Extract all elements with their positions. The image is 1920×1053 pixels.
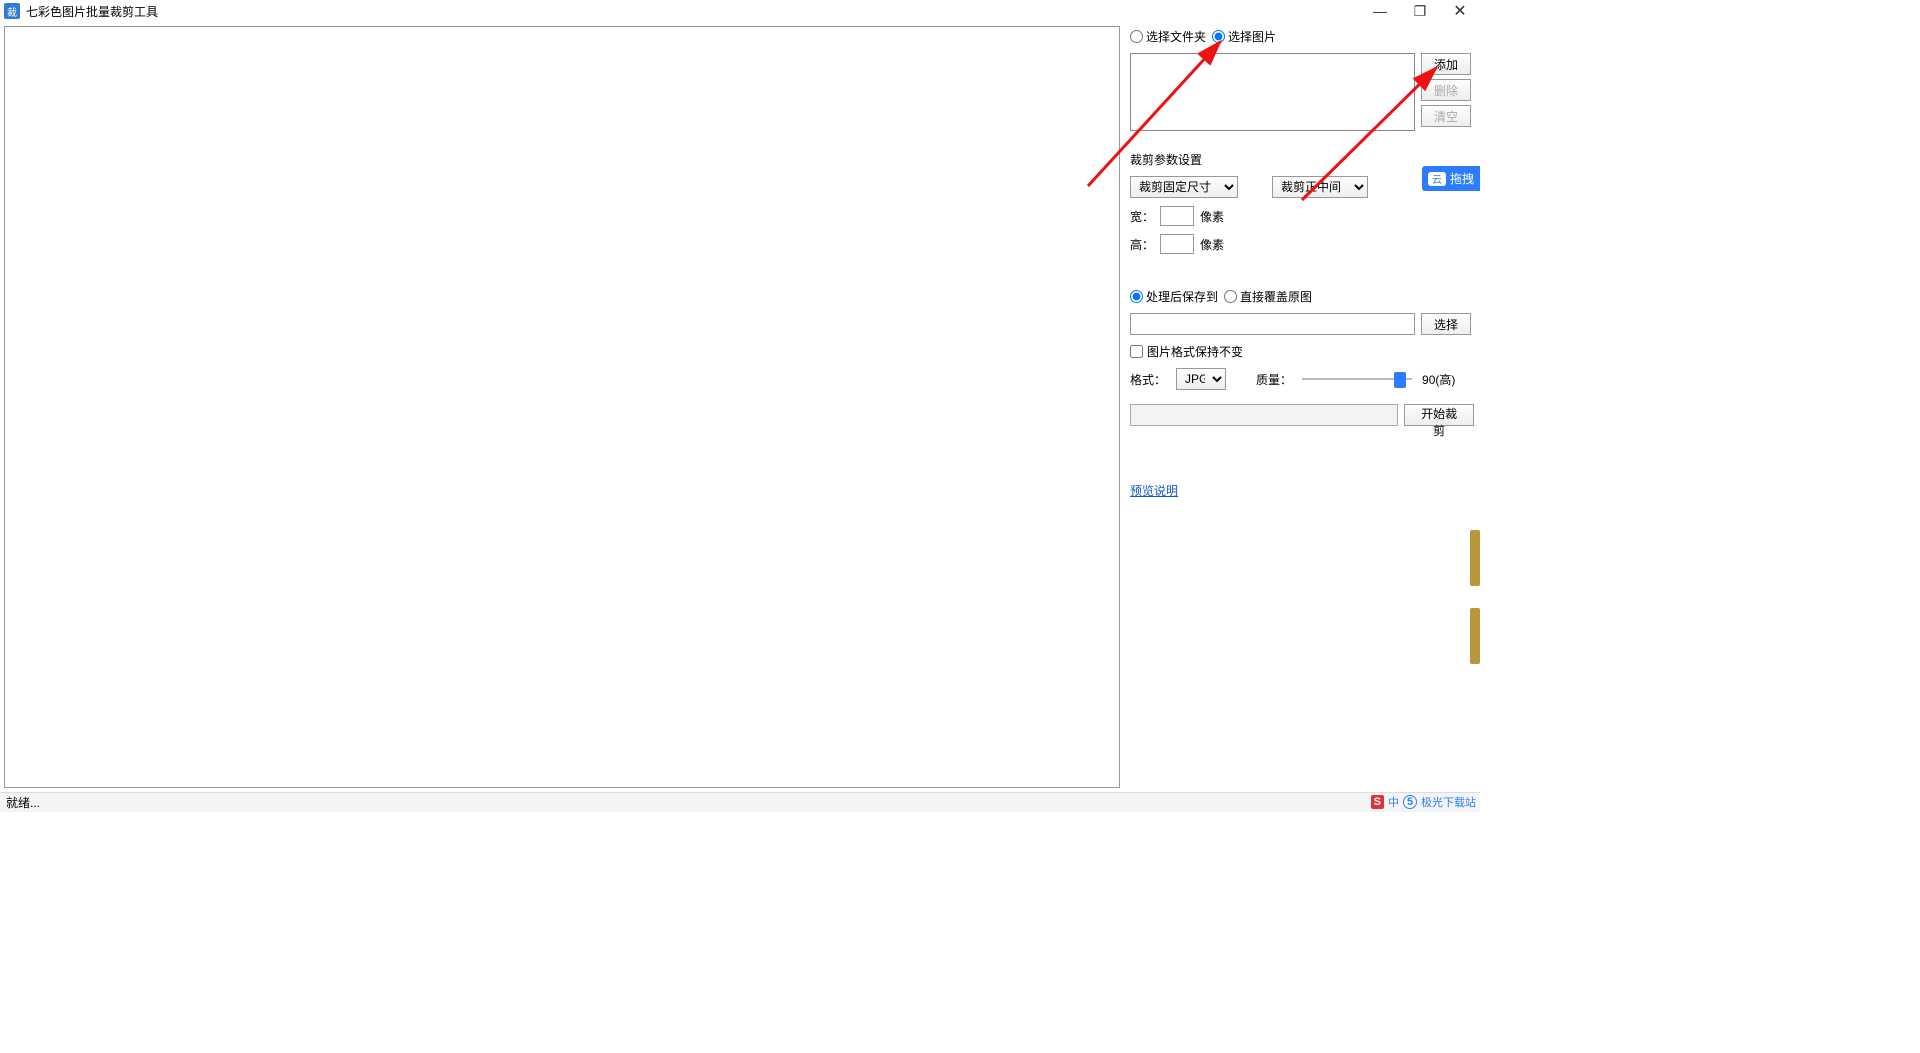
maximize-button[interactable]: ❐: [1400, 0, 1440, 22]
app-title: 七彩色图片批量裁剪工具: [26, 3, 158, 20]
radio-save-to-label: 处理后保存到: [1146, 288, 1218, 305]
clear-button: 清空: [1421, 105, 1471, 127]
quality-slider[interactable]: [1302, 370, 1412, 388]
keep-format-input[interactable]: [1130, 345, 1143, 358]
radio-select-folder-label: 选择文件夹: [1146, 28, 1206, 45]
keep-format-checkbox[interactable]: 图片格式保持不变: [1130, 343, 1243, 360]
watermark: S 中 5 极光下载站: [1371, 794, 1476, 810]
app-icon: 裁: [4, 3, 20, 19]
radio-select-image[interactable]: 选择图片: [1212, 28, 1276, 45]
crop-section-title: 裁剪参数设置: [1130, 151, 1474, 168]
ruler-decoration-1: [1470, 530, 1480, 586]
radio-select-folder-input[interactable]: [1130, 30, 1143, 43]
radio-select-folder[interactable]: 选择文件夹: [1130, 28, 1206, 45]
add-button[interactable]: 添加: [1421, 53, 1471, 75]
quality-label: 质量：: [1256, 371, 1292, 388]
cloud-text: 拖拽: [1450, 170, 1474, 187]
radio-save-to[interactable]: 处理后保存到: [1130, 288, 1218, 305]
source-mode-row: 选择文件夹 选择图片: [1130, 28, 1474, 45]
window-controls: — ❐ ✕: [1360, 0, 1480, 22]
titlebar: 裁 七彩色图片批量裁剪工具 — ❐ ✕: [0, 0, 1480, 22]
width-unit: 像素: [1200, 208, 1224, 225]
minimize-button[interactable]: —: [1360, 0, 1400, 22]
file-list[interactable]: [1130, 53, 1415, 131]
height-input[interactable]: [1160, 234, 1194, 254]
save-path-input[interactable]: [1130, 313, 1415, 335]
height-unit: 像素: [1200, 236, 1224, 253]
site-text: 极光下载站: [1421, 794, 1476, 810]
status-text: 就绪...: [6, 794, 40, 811]
close-button[interactable]: ✕: [1440, 0, 1480, 22]
width-input[interactable]: [1160, 206, 1194, 226]
ime-text: 中: [1388, 794, 1399, 810]
format-select[interactable]: JPG: [1176, 368, 1226, 390]
choose-path-button[interactable]: 选择: [1421, 313, 1471, 335]
preview-link[interactable]: 预览说明: [1130, 484, 1178, 498]
ime-icon: S: [1371, 795, 1384, 809]
preview-canvas: [4, 26, 1120, 788]
start-crop-button[interactable]: 开始裁剪: [1404, 404, 1474, 426]
keep-format-label: 图片格式保持不变: [1147, 343, 1243, 360]
quality-value: 90(高): [1422, 371, 1455, 388]
control-panel: 选择文件夹 选择图片 添加 删除 清空 裁剪参数设置 裁剪固定尺寸 裁剪正中间: [1120, 22, 1480, 792]
cloud-badge[interactable]: 云 拖拽: [1422, 166, 1480, 191]
progress-bar: [1130, 404, 1398, 426]
ruler-decoration-2: [1470, 608, 1480, 664]
height-label: 高：: [1130, 236, 1154, 253]
delete-button: 删除: [1421, 79, 1471, 101]
format-label: 格式：: [1130, 371, 1166, 388]
radio-overwrite-input[interactable]: [1224, 290, 1237, 303]
width-label: 宽：: [1130, 208, 1154, 225]
statusbar: 就绪...: [0, 792, 1480, 812]
radio-select-image-label: 选择图片: [1228, 28, 1276, 45]
radio-overwrite-label: 直接覆盖原图: [1240, 288, 1312, 305]
radio-overwrite[interactable]: 直接覆盖原图: [1224, 288, 1312, 305]
radio-save-to-input[interactable]: [1130, 290, 1143, 303]
site-icon: 5: [1403, 795, 1417, 809]
crop-position-select[interactable]: 裁剪正中间: [1272, 176, 1368, 198]
radio-select-image-input[interactable]: [1212, 30, 1225, 43]
slider-thumb[interactable]: [1394, 372, 1406, 388]
cloud-icon: 云: [1428, 172, 1446, 186]
crop-mode-select[interactable]: 裁剪固定尺寸: [1130, 176, 1238, 198]
